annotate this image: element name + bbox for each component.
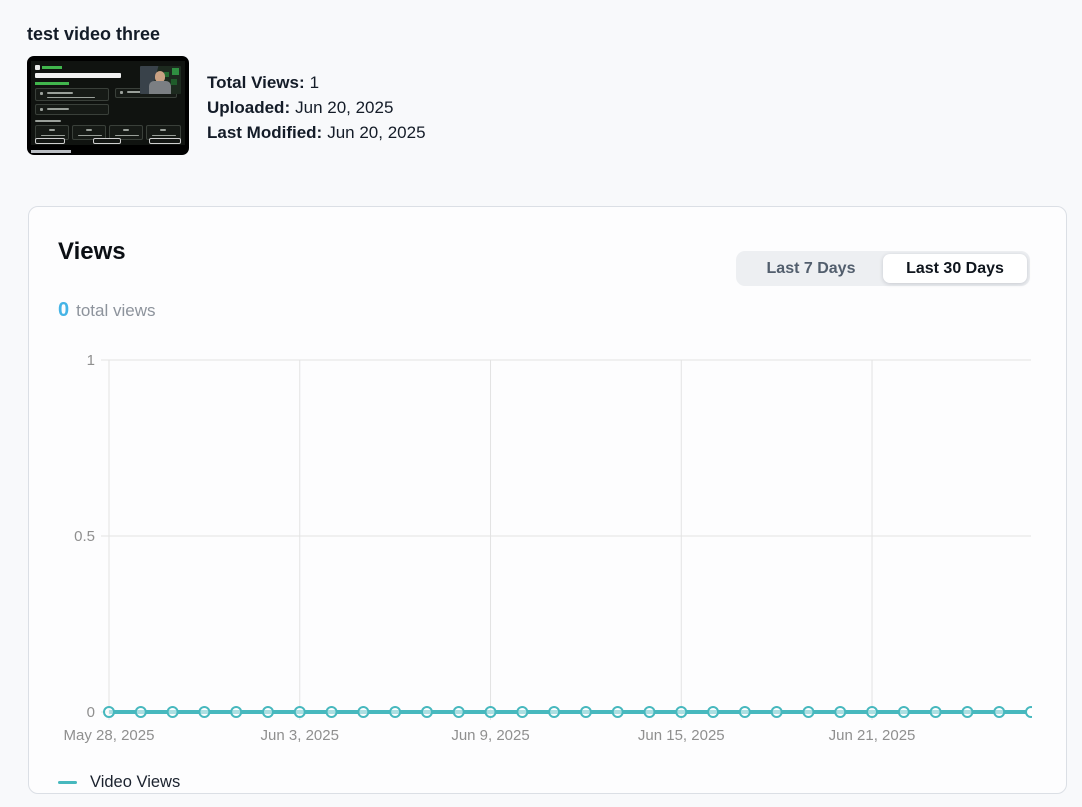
- svg-text:0.5: 0.5: [74, 528, 95, 545]
- meta-last-modified: Last Modified: Jun 20, 2025: [207, 120, 426, 145]
- page-title: test video three: [27, 24, 161, 44]
- meta-last-modified-label: Last Modified:: [207, 123, 323, 142]
- meta-last-modified-value: Jun 20, 2025: [327, 123, 426, 142]
- svg-text:Jun 21, 2025: Jun 21, 2025: [829, 727, 916, 744]
- svg-text:Jun 15, 2025: Jun 15, 2025: [638, 727, 725, 744]
- views-chart[interactable]: 0 0.5 1 May 28, 2025 Jun 3, 2025 Jun 9, 2025 J…: [58, 351, 1032, 749]
- legend-swatch: [58, 781, 77, 784]
- svg-text:Jun 3, 2025: Jun 3, 2025: [261, 727, 339, 744]
- meta-total-views: Total Views: 1: [207, 70, 426, 95]
- legend-label: Video Views: [90, 773, 181, 791]
- total-views-label: total views: [76, 301, 156, 320]
- video-summary-section: test video three Total Views: 1 Uploaded…: [0, 0, 1082, 155]
- thumbnail-screen: [31, 61, 185, 145]
- meta-total-views-value: 1: [309, 73, 320, 92]
- svg-text:1: 1: [87, 352, 95, 369]
- date-range-toggle: Last 7 Days Last 30 Days: [736, 251, 1030, 286]
- views-card-title: Views: [58, 238, 126, 265]
- svg-text:Jun 9, 2025: Jun 9, 2025: [451, 727, 529, 744]
- svg-text:0: 0: [87, 704, 95, 721]
- meta-uploaded: Uploaded: Jun 20, 2025: [207, 95, 426, 120]
- svg-text:May 28, 2025: May 28, 2025: [64, 727, 155, 744]
- total-views-value: 0: [58, 299, 70, 321]
- video-meta: Total Views: 1 Uploaded: Jun 20, 2025 Last…: [207, 70, 426, 145]
- chart-legend: Video Views: [58, 773, 1030, 792]
- video-thumbnail: [27, 56, 189, 155]
- views-card: Views Last 7 Days Last 30 Days 0 total vi…: [28, 206, 1067, 794]
- total-views-summary: 0 total views: [58, 299, 1030, 322]
- last-30-days-button[interactable]: Last 30 Days: [883, 254, 1027, 283]
- views-chart-svg: 0 0.5 1 May 28, 2025 Jun 3, 2025 Jun 9, 2025 J…: [64, 352, 1032, 744]
- meta-uploaded-label: Uploaded:: [207, 98, 291, 117]
- meta-total-views-label: Total Views:: [207, 73, 305, 92]
- meta-uploaded-value: Jun 20, 2025: [295, 98, 394, 117]
- last-7-days-button[interactable]: Last 7 Days: [739, 254, 883, 283]
- thumbnail-webcam-overlay: [140, 66, 181, 94]
